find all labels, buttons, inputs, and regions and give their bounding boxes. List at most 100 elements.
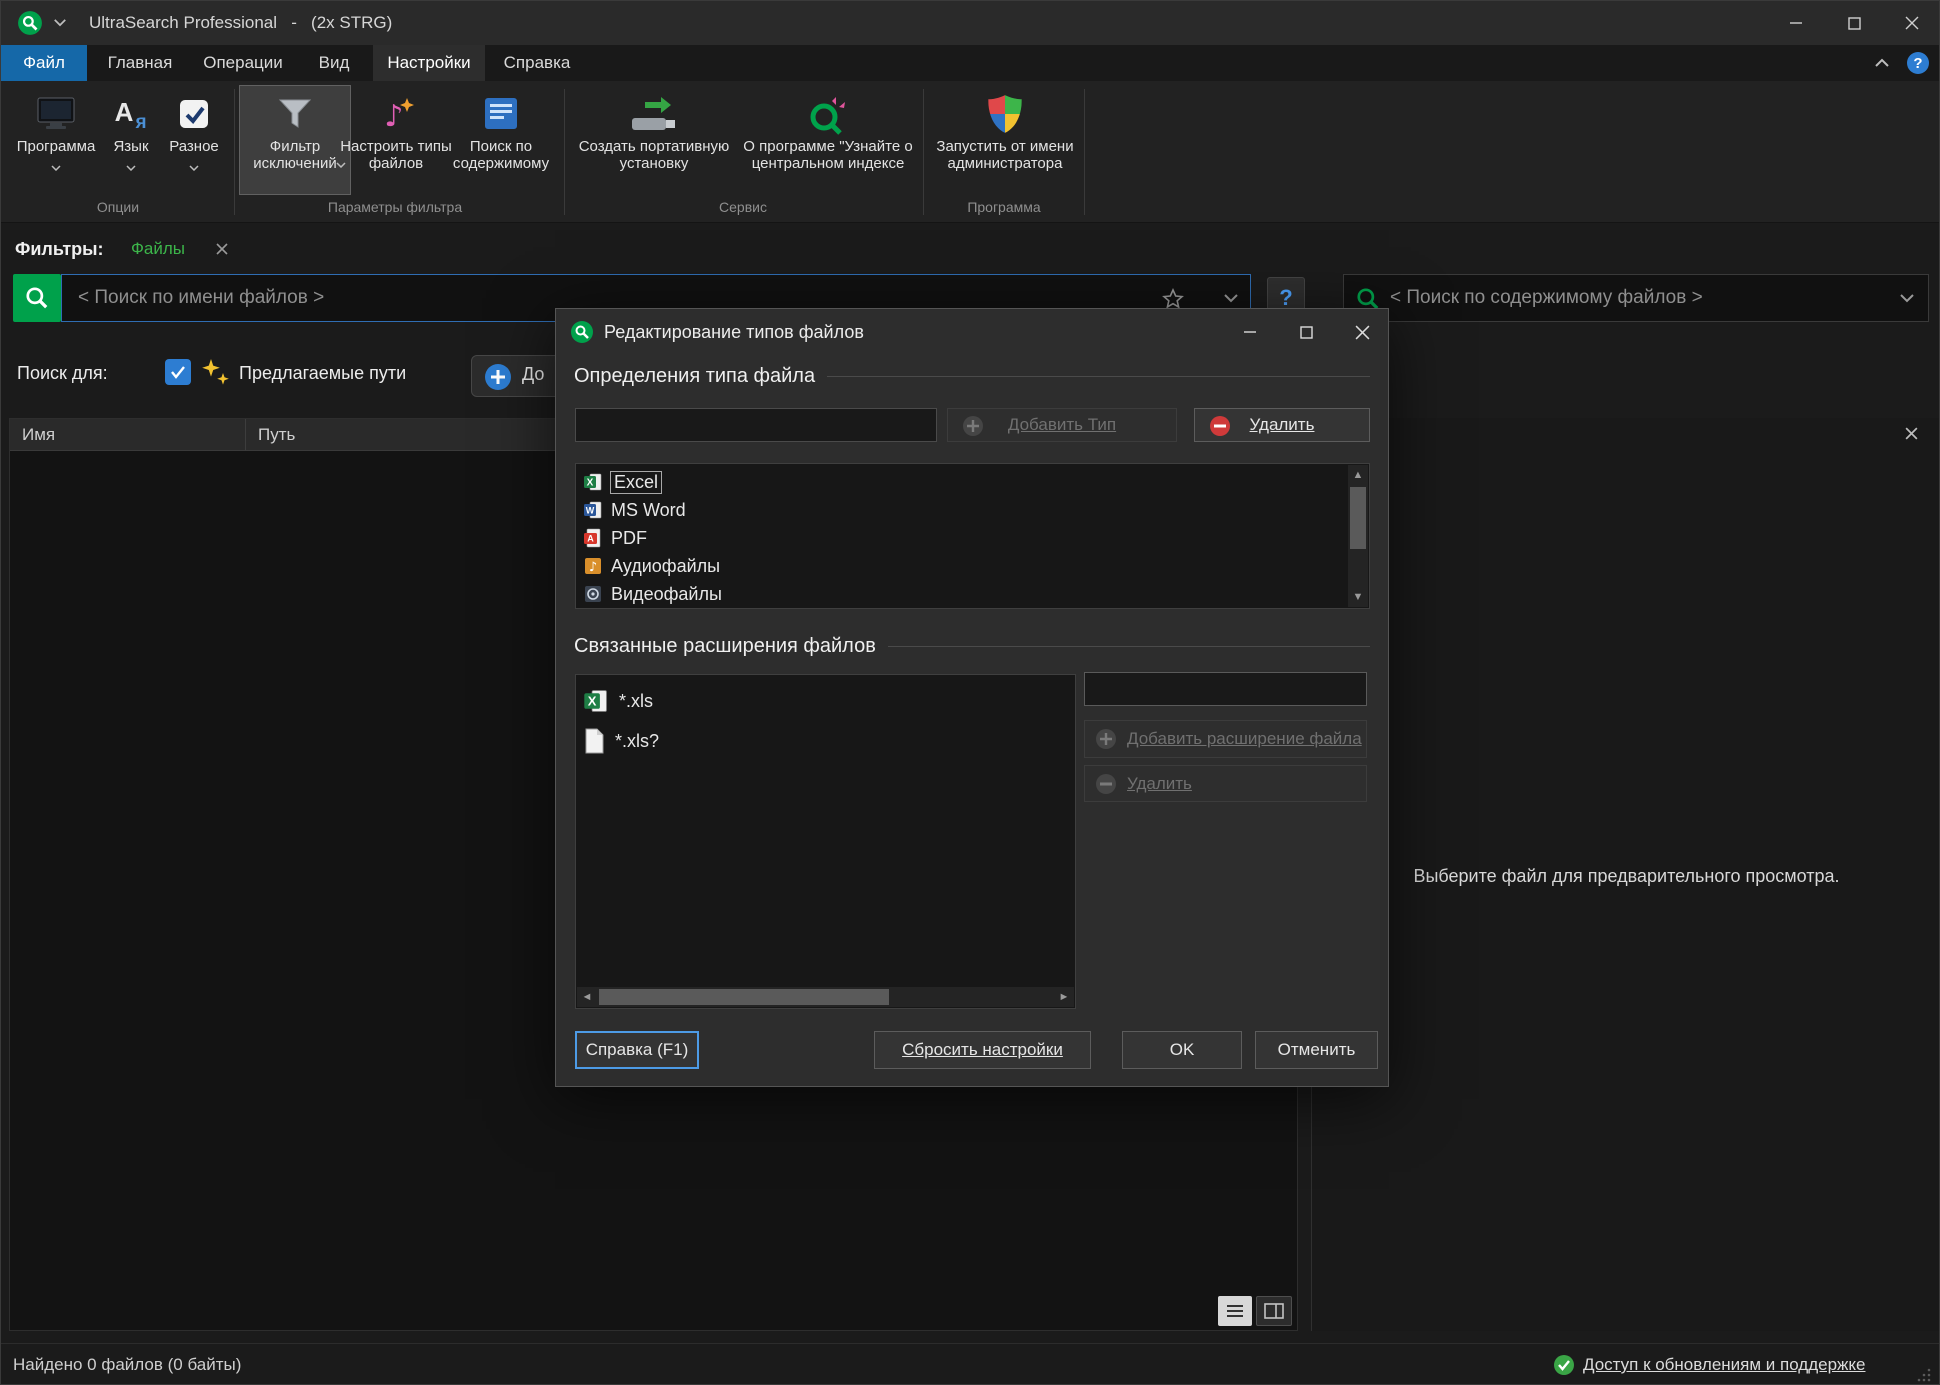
- dialog-minimize-button[interactable]: [1222, 309, 1278, 355]
- ribbon-program-button[interactable]: Программа: [15, 85, 97, 195]
- delete-extension-button[interactable]: Удалить: [1084, 765, 1367, 802]
- collapse-ribbon-icon[interactable]: [1867, 49, 1897, 77]
- delete-extension-label: Удалить: [1127, 774, 1192, 794]
- list-item[interactable]: A PDF: [577, 524, 1347, 552]
- content-search-chevron-icon[interactable]: [1899, 293, 1915, 303]
- reset-settings-button[interactable]: Сбросить настройки: [874, 1031, 1091, 1069]
- ribbon-exclusion-filter-label: Фильтр исключений: [240, 138, 350, 172]
- list-item[interactable]: X Excel: [577, 468, 1347, 496]
- updates-link[interactable]: Доступ к обновлениям и поддержке: [1583, 1344, 1865, 1385]
- delete-type-button[interactable]: Удалить: [1194, 408, 1370, 442]
- svg-text:♪: ♪: [384, 99, 403, 133]
- reset-settings-label: Сбросить настройки: [902, 1040, 1063, 1060]
- ribbon-run-as-admin-button[interactable]: Запустить от имени администратора: [929, 85, 1081, 195]
- tab-home[interactable]: Главная: [93, 45, 187, 81]
- svg-text:A: A: [587, 534, 594, 544]
- ribbon-separator: [1084, 89, 1085, 215]
- ribbon-misc-button[interactable]: Разное: [159, 85, 229, 195]
- about-logo-icon: [806, 90, 850, 138]
- scrollbar-thumb[interactable]: [1350, 487, 1366, 549]
- ribbon-language-label: Язык: [113, 138, 148, 155]
- list-item[interactable]: Видеофайлы: [577, 580, 1347, 608]
- funnel-icon: [275, 90, 315, 138]
- list-view-button[interactable]: [1218, 1296, 1252, 1326]
- list-item[interactable]: X *.xls: [577, 681, 1052, 721]
- ok-button[interactable]: OK: [1122, 1031, 1242, 1069]
- svg-text:я: я: [134, 112, 146, 133]
- horizontal-scrollbar[interactable]: ◄ ►: [577, 987, 1074, 1007]
- scroll-up-icon[interactable]: ▲: [1348, 465, 1368, 485]
- minimize-button[interactable]: [1767, 1, 1825, 45]
- maximize-button[interactable]: [1825, 1, 1883, 45]
- extension-list[interactable]: X *.xls *.xls? ◄ ►: [575, 674, 1076, 1009]
- app-logo-icon: [17, 10, 43, 36]
- status-found-text: Найдено 0 файлов (0 байты): [13, 1344, 241, 1385]
- ribbon-content-search-label: Поиск по содержимому: [442, 138, 560, 172]
- extension-input[interactable]: [1084, 672, 1367, 706]
- search-history-chevron-icon[interactable]: [1223, 293, 1239, 303]
- search-for-label: Поиск для:: [17, 363, 108, 384]
- preview-close-icon[interactable]: [1904, 426, 1919, 441]
- ribbon-portable-button[interactable]: Создать портативную установку: [573, 85, 735, 195]
- dialog-maximize-button[interactable]: [1278, 309, 1334, 355]
- search-button[interactable]: [13, 274, 61, 322]
- preview-view-button[interactable]: [1256, 1296, 1292, 1326]
- document-search-icon: [481, 90, 521, 138]
- column-header-name[interactable]: Имя: [10, 419, 246, 451]
- resize-grip[interactable]: [1917, 1368, 1931, 1382]
- file-type-list[interactable]: X Excel W MS Word A PDF ♪ Аудиофа: [575, 463, 1370, 609]
- ribbon-content-search-button[interactable]: Поиск по содержимому: [441, 85, 561, 195]
- svg-text:♪: ♪: [589, 560, 597, 575]
- tab-view[interactable]: Вид: [299, 45, 369, 81]
- scrollbar-thumb[interactable]: [599, 989, 889, 1005]
- filter-close-icon[interactable]: [215, 242, 229, 256]
- dialog-title: Редактирование типов файлов: [604, 309, 864, 355]
- ribbon-misc-label: Разное: [169, 138, 219, 155]
- security-shield-icon: [986, 90, 1024, 138]
- ribbon-file-types-label: Настроить типы файлов: [338, 138, 454, 172]
- cancel-button[interactable]: Отменить: [1255, 1031, 1378, 1069]
- ribbon-group-options: Опции: [68, 197, 168, 217]
- list-item[interactable]: W MS Word: [577, 496, 1347, 524]
- quick-access-chevron-icon[interactable]: [53, 18, 67, 27]
- ribbon-separator: [564, 89, 565, 215]
- filter-tab-files[interactable]: Файлы: [131, 229, 185, 269]
- add-extension-label: Добавить расширение файла: [1127, 729, 1362, 749]
- help-button[interactable]: Справка (F1): [575, 1031, 699, 1069]
- suggested-paths-label[interactable]: Предлагаемые пути: [239, 363, 406, 384]
- ribbon-file-types-button[interactable]: ♪ Настроить типы файлов: [337, 85, 455, 195]
- content-search-input[interactable]: [1343, 274, 1929, 322]
- close-button[interactable]: [1883, 1, 1940, 45]
- tab-operations[interactable]: Операции: [191, 45, 295, 81]
- ribbon-exclusion-filter-button[interactable]: Фильтр исключений: [239, 85, 351, 195]
- excel-icon: X: [583, 472, 603, 492]
- scroll-right-icon[interactable]: ►: [1054, 987, 1074, 1007]
- list-item-label: Excel: [611, 472, 661, 493]
- plus-circle-icon: [484, 363, 512, 391]
- suggested-paths-checkbox[interactable]: [165, 359, 191, 385]
- dialog-close-button[interactable]: [1334, 309, 1390, 355]
- list-item[interactable]: *.xls?: [577, 721, 1052, 761]
- section-divider: [888, 646, 1370, 647]
- help-circle-icon[interactable]: ?: [1903, 49, 1933, 77]
- add-extension-button[interactable]: Добавить расширение файла: [1084, 720, 1367, 758]
- ribbon-about-button[interactable]: О программе "Узнайте о центральном индек…: [737, 85, 919, 195]
- search-icon: [24, 285, 50, 311]
- tab-settings[interactable]: Настройки: [373, 45, 485, 81]
- type-name-input[interactable]: [575, 408, 937, 442]
- add-type-button[interactable]: Добавить Тип: [947, 408, 1177, 442]
- ribbon-group-service: Сервис: [693, 197, 793, 217]
- scroll-down-icon[interactable]: ▼: [1348, 587, 1368, 607]
- ok-button-label: OK: [1170, 1040, 1195, 1060]
- filter-row: Фильтры: Файлы: [1, 229, 1940, 269]
- tab-help[interactable]: Справка: [489, 45, 585, 81]
- tab-file[interactable]: Файл: [1, 45, 87, 81]
- ribbon-portable-label: Создать портативную установку: [574, 138, 734, 172]
- vertical-scrollbar[interactable]: ▲ ▼: [1348, 465, 1368, 607]
- chevron-down-icon: [51, 158, 61, 176]
- preview-panel: Выберите файл для предварительного просм…: [1311, 418, 1940, 1331]
- computer-icon: [35, 90, 77, 138]
- list-item[interactable]: ♪ Аудиофайлы: [577, 552, 1347, 580]
- ribbon-language-button[interactable]: Aя Язык: [101, 85, 161, 195]
- scroll-left-icon[interactable]: ◄: [577, 987, 597, 1007]
